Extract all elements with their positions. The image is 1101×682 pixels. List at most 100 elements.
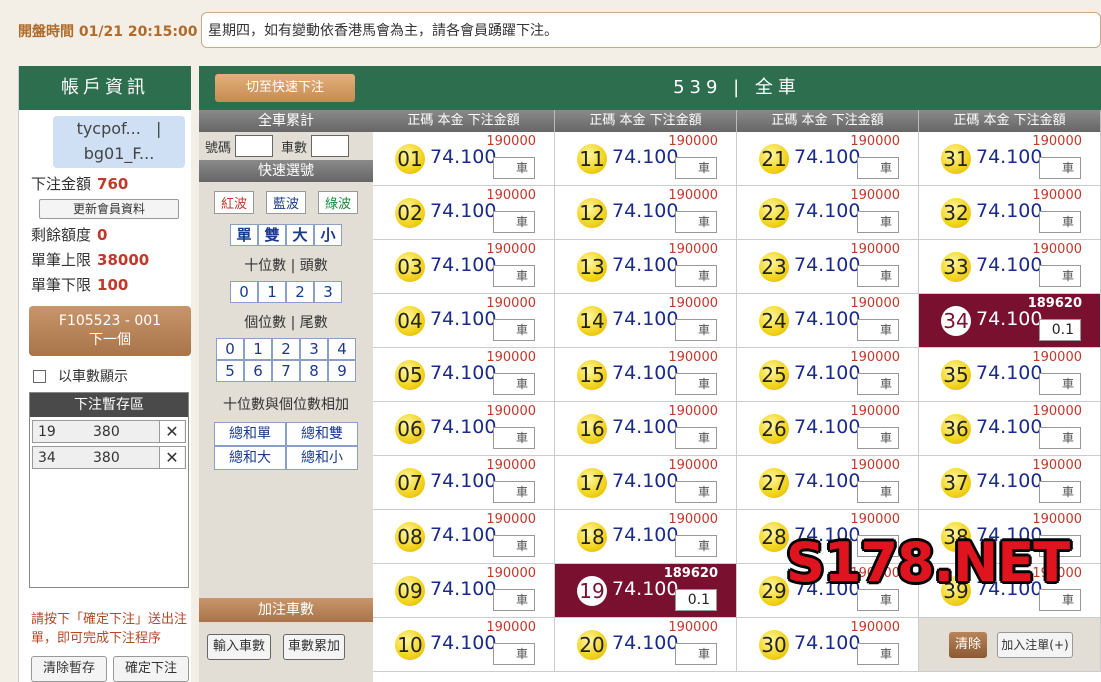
number-ball[interactable]: 25: [759, 360, 789, 390]
number-ball[interactable]: 06: [395, 414, 425, 444]
number-ball[interactable]: 10: [395, 630, 425, 660]
number-cell[interactable]: 190000 10 74.100 車: [373, 618, 555, 672]
clear-button[interactable]: 清除: [949, 632, 987, 658]
bet-amount-input[interactable]: 車: [493, 319, 535, 341]
units-3-button[interactable]: 3: [300, 338, 328, 360]
number-cell[interactable]: 190000 07 74.100 車: [373, 456, 555, 510]
number-cell[interactable]: 190000 33 74.100 車: [919, 240, 1101, 294]
bet-amount-input[interactable]: 車: [675, 211, 717, 233]
number-cell[interactable]: 190000 23 74.100 車: [737, 240, 919, 294]
number-cell[interactable]: 190000 25 74.100 車: [737, 348, 919, 402]
number-cell[interactable]: 189620 19 74.100 0.1: [555, 564, 737, 618]
bet-amount-input[interactable]: 車: [1039, 427, 1081, 449]
number-ball[interactable]: 29: [759, 576, 789, 606]
bet-amount-input[interactable]: 車: [1039, 373, 1081, 395]
number-cell[interactable]: 190000 09 74.100 車: [373, 564, 555, 618]
count-input[interactable]: [311, 135, 350, 157]
number-cell[interactable]: 190000 30 74.100 車: [737, 618, 919, 672]
bet-amount-input[interactable]: 車: [1039, 211, 1081, 233]
even-button[interactable]: 雙: [258, 224, 286, 246]
number-cell[interactable]: 190000 14 74.100 車: [555, 294, 737, 348]
confirm-bet-button[interactable]: 確定下注: [113, 656, 189, 682]
units-6-button[interactable]: 6: [244, 360, 272, 382]
number-ball[interactable]: 21: [759, 144, 789, 174]
number-cell[interactable]: 190000 06 74.100 車: [373, 402, 555, 456]
number-ball[interactable]: 12: [577, 198, 607, 228]
number-ball[interactable]: 03: [395, 252, 425, 282]
number-ball[interactable]: 15: [577, 360, 607, 390]
bet-amount-input[interactable]: 車: [493, 427, 535, 449]
number-ball[interactable]: 34: [941, 306, 971, 336]
number-ball[interactable]: 05: [395, 360, 425, 390]
bet-amount-input[interactable]: 0.1: [1039, 319, 1081, 341]
units-5-button[interactable]: 5: [216, 360, 244, 382]
bet-amount-input[interactable]: 車: [675, 535, 717, 557]
number-cell[interactable]: 190000 12 74.100 車: [555, 186, 737, 240]
number-cell[interactable]: 190000 37 74.100 車: [919, 456, 1101, 510]
sum-small-button[interactable]: 總和小: [286, 446, 358, 470]
bet-amount-input[interactable]: 車: [1039, 481, 1081, 503]
units-8-button[interactable]: 8: [300, 360, 328, 382]
bet-amount-input[interactable]: 車: [493, 535, 535, 557]
sum-big-button[interactable]: 總和大: [214, 446, 286, 470]
units-7-button[interactable]: 7: [272, 360, 300, 382]
number-cell[interactable]: 189620 34 74.100 0.1: [919, 294, 1101, 348]
number-ball[interactable]: 19: [577, 576, 607, 606]
bet-amount-input[interactable]: 車: [493, 589, 535, 611]
number-ball[interactable]: 11: [577, 144, 607, 174]
bet-amount-input[interactable]: 0.1: [675, 589, 717, 611]
number-ball[interactable]: 14: [577, 306, 607, 336]
bet-amount-input[interactable]: 車: [675, 481, 717, 503]
number-cell[interactable]: 190000 20 74.100 車: [555, 618, 737, 672]
number-ball[interactable]: 08: [395, 522, 425, 552]
number-ball[interactable]: 16: [577, 414, 607, 444]
units-4-button[interactable]: 4: [328, 338, 356, 360]
add-to-list-button[interactable]: 加入注單(+): [997, 632, 1073, 658]
number-ball[interactable]: 18: [577, 522, 607, 552]
bet-amount-input[interactable]: 車: [675, 373, 717, 395]
units-1-button[interactable]: 1: [244, 338, 272, 360]
units-2-button[interactable]: 2: [272, 338, 300, 360]
num-input[interactable]: [235, 135, 274, 157]
number-ball[interactable]: 26: [759, 414, 789, 444]
number-ball[interactable]: 28: [759, 522, 789, 552]
number-ball[interactable]: 13: [577, 252, 607, 282]
number-ball[interactable]: 23: [759, 252, 789, 282]
bet-amount-input[interactable]: 車: [1039, 157, 1081, 179]
show-by-count-checkbox[interactable]: [33, 369, 46, 383]
bet-amount-input[interactable]: 車: [675, 157, 717, 179]
number-ball[interactable]: 27: [759, 468, 789, 498]
number-cell[interactable]: 190000 13 74.100 車: [555, 240, 737, 294]
bet-amount-input[interactable]: 車: [493, 265, 535, 287]
number-ball[interactable]: 30: [759, 630, 789, 660]
red-wave-button[interactable]: 紅波: [213, 191, 254, 214]
remove-icon[interactable]: ✕: [159, 421, 184, 442]
number-cell[interactable]: 190000 26 74.100 車: [737, 402, 919, 456]
units-0-button[interactable]: 0: [216, 338, 244, 360]
number-cell[interactable]: 190000 15 74.100 車: [555, 348, 737, 402]
bet-amount-input[interactable]: 車: [675, 265, 717, 287]
number-ball[interactable]: 07: [395, 468, 425, 498]
bet-amount-input[interactable]: 車: [1039, 265, 1081, 287]
number-ball[interactable]: 17: [577, 468, 607, 498]
number-cell[interactable]: 190000 02 74.100 車: [373, 186, 555, 240]
number-cell[interactable]: 190000 32 74.100 車: [919, 186, 1101, 240]
number-ball[interactable]: 24: [759, 306, 789, 336]
number-cell[interactable]: 190000 35 74.100 車: [919, 348, 1101, 402]
bet-amount-input[interactable]: 車: [857, 481, 899, 503]
clear-staging-button[interactable]: 清除暫存: [31, 656, 107, 682]
bet-amount-input[interactable]: 車: [857, 211, 899, 233]
number-cell[interactable]: 190000 27 74.100 車: [737, 456, 919, 510]
accumulate-count-button[interactable]: 車數累加: [283, 634, 345, 660]
number-cell[interactable]: 190000 21 74.100 車: [737, 132, 919, 186]
number-ball[interactable]: 01: [395, 144, 425, 174]
number-ball[interactable]: 02: [395, 198, 425, 228]
number-cell[interactable]: 190000 24 74.100 車: [737, 294, 919, 348]
number-cell[interactable]: 190000 17 74.100 車: [555, 456, 737, 510]
number-cell[interactable]: 190000 11 74.100 車: [555, 132, 737, 186]
number-cell[interactable]: 190000 18 74.100 車: [555, 510, 737, 564]
bet-amount-input[interactable]: 車: [857, 265, 899, 287]
number-cell[interactable]: 190000 16 74.100 車: [555, 402, 737, 456]
bet-amount-input[interactable]: 車: [493, 211, 535, 233]
bet-amount-input[interactable]: 車: [675, 427, 717, 449]
